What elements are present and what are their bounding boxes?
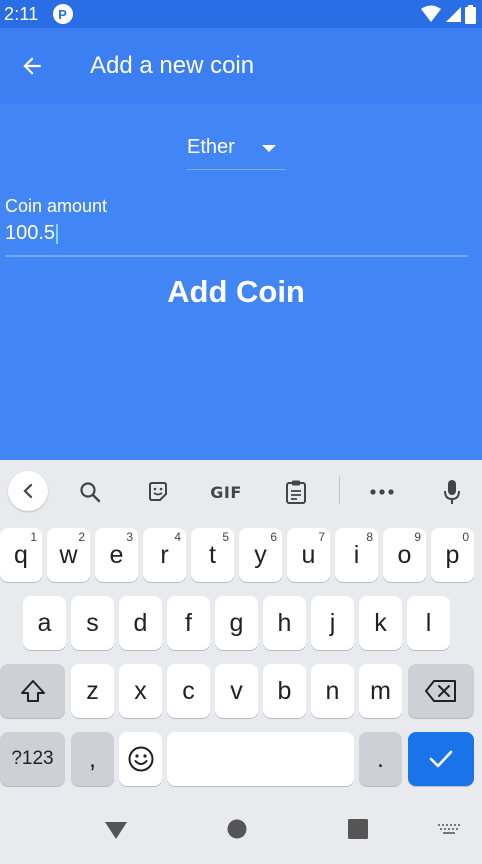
microphone-icon	[444, 480, 460, 504]
key-p[interactable]: p0	[431, 528, 474, 582]
page-title: Add a new coin	[90, 52, 255, 79]
keyboard-clipboard-button[interactable]	[276, 472, 316, 512]
key-y[interactable]: y6	[239, 528, 282, 582]
soft-keyboard: GIF q1 w2 e3 r4 t5 y6 u7 i8 o9 p0 a s d …	[0, 460, 482, 800]
keyboard-switch-button[interactable]	[436, 816, 462, 842]
dropdown-arrow-icon	[262, 145, 276, 152]
backspace-key[interactable]	[408, 664, 474, 718]
keyboard-sticker-button[interactable]	[138, 472, 178, 512]
key-h[interactable]: h	[263, 596, 306, 650]
nav-back-icon	[105, 822, 127, 839]
key-e[interactable]: e3	[95, 528, 138, 582]
emoji-key[interactable]	[119, 732, 162, 786]
key-c[interactable]: c	[167, 664, 210, 718]
keyboard-search-button[interactable]	[70, 472, 110, 512]
key-o[interactable]: o9	[383, 528, 426, 582]
coin-amount-underline	[5, 255, 468, 257]
back-button[interactable]	[0, 28, 64, 104]
status-time: 2:11	[4, 3, 39, 24]
status-bar: 2:11 P	[0, 0, 482, 28]
nav-recents-icon	[348, 819, 368, 839]
key-n[interactable]: n	[311, 664, 354, 718]
key-s[interactable]: s	[71, 596, 114, 650]
symbols-key[interactable]: ?123	[0, 732, 65, 786]
key-v[interactable]: v	[215, 664, 258, 718]
add-coin-button[interactable]: Add Coin	[0, 274, 472, 310]
key-b[interactable]: b	[263, 664, 306, 718]
key-g[interactable]: g	[215, 596, 258, 650]
keyboard-gif-button[interactable]: GIF	[206, 472, 246, 512]
toolbar-divider	[339, 476, 340, 504]
key-q[interactable]: q1	[0, 528, 42, 582]
coin-amount-input[interactable]: 100.5	[5, 222, 468, 245]
checkmark-icon	[429, 750, 453, 768]
system-navigation-bar	[0, 800, 482, 864]
nav-home-button[interactable]	[224, 816, 250, 842]
nav-back-button[interactable]	[102, 816, 130, 844]
wifi-icon	[421, 5, 441, 22]
battery-icon	[465, 4, 476, 24]
key-w[interactable]: w2	[47, 528, 90, 582]
chevron-left-icon	[23, 483, 33, 499]
status-indicators	[421, 4, 476, 24]
coin-amount-value: 100.5	[5, 222, 56, 244]
key-a[interactable]: a	[23, 596, 66, 650]
app-notification-icon: P	[52, 4, 73, 24]
main-content: Ether Coin amount 100.5 Add Coin	[0, 104, 482, 460]
key-f[interactable]: f	[167, 596, 210, 650]
sticker-icon	[149, 482, 167, 501]
keyboard-icon	[438, 824, 460, 834]
shift-icon	[20, 680, 45, 702]
nav-recents-button[interactable]	[345, 816, 371, 842]
done-key[interactable]	[408, 732, 474, 786]
key-j[interactable]: j	[311, 596, 354, 650]
coin-dropdown[interactable]: Ether	[187, 126, 286, 170]
text-cursor	[56, 223, 59, 244]
gif-label: GIF	[210, 482, 242, 502]
more-horizontal-icon	[370, 489, 394, 495]
keyboard-mic-button[interactable]	[432, 472, 472, 512]
nav-home-icon	[227, 819, 247, 839]
arrow-back-icon	[23, 57, 41, 75]
keyboard-more-button[interactable]	[362, 472, 402, 512]
period-key[interactable]: .	[359, 732, 402, 786]
key-k[interactable]: k	[359, 596, 402, 650]
key-m[interactable]: m	[359, 664, 402, 718]
coin-amount-field[interactable]: Coin amount 100.5	[5, 196, 468, 257]
key-u[interactable]: u7	[287, 528, 330, 582]
clipboard-icon	[286, 480, 306, 504]
space-key[interactable]	[167, 732, 354, 786]
emoji-icon	[128, 746, 153, 772]
shift-key[interactable]	[0, 664, 65, 718]
search-icon	[80, 482, 101, 503]
app-bar: Add a new coin	[0, 28, 482, 104]
cell-signal-icon	[446, 7, 461, 22]
key-z[interactable]: z	[71, 664, 114, 718]
coin-dropdown-value: Ether	[187, 136, 235, 158]
comma-key[interactable]: ,	[71, 732, 114, 786]
keyboard-back-button[interactable]	[8, 471, 48, 511]
coin-amount-label: Coin amount	[5, 196, 108, 216]
key-d[interactable]: d	[119, 596, 162, 650]
key-x[interactable]: x	[119, 664, 162, 718]
key-l[interactable]: l	[407, 596, 450, 650]
backspace-icon	[425, 680, 456, 702]
keyboard-toolbar: GIF	[0, 460, 482, 520]
key-t[interactable]: t5	[191, 528, 234, 582]
key-r[interactable]: r4	[143, 528, 186, 582]
key-i[interactable]: i8	[335, 528, 378, 582]
